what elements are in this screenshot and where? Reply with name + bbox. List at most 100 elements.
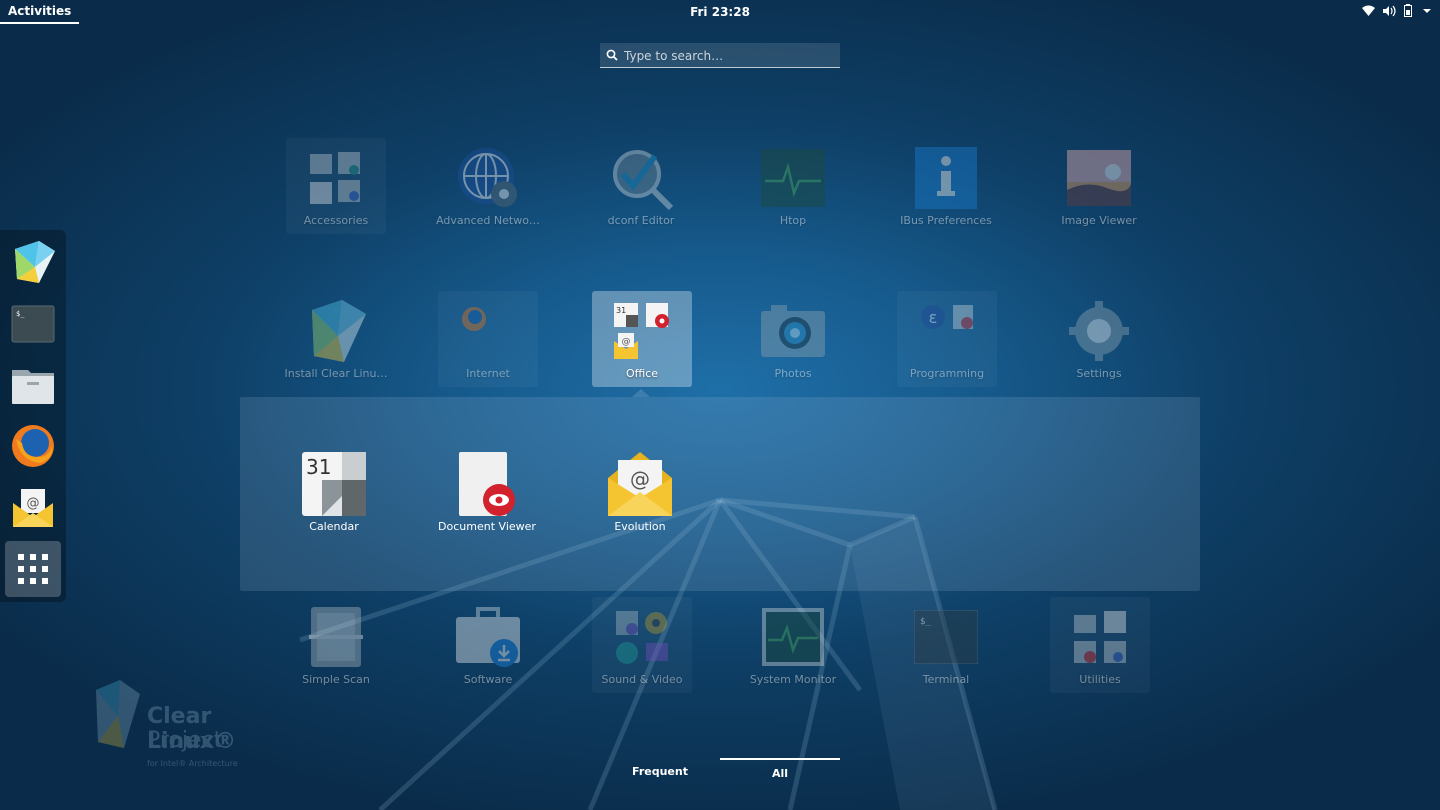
document-viewer-icon bbox=[459, 452, 515, 516]
logo-line-3: for Intel® Architecture bbox=[147, 759, 238, 768]
clear-linux-icon bbox=[312, 300, 366, 362]
activities-button[interactable]: Activities bbox=[0, 0, 80, 24]
app-label: Htop bbox=[779, 214, 807, 227]
search-icon bbox=[606, 49, 618, 61]
app-label: Utilities bbox=[1079, 673, 1121, 686]
svg-text:ε: ε bbox=[929, 308, 938, 327]
app-label: Calendar bbox=[309, 520, 359, 533]
app-label: dconf Editor bbox=[607, 214, 675, 227]
clear-linux-project-logo: Clear Linux® Project for Intel® Architec… bbox=[90, 676, 290, 776]
svg-text:@: @ bbox=[27, 496, 40, 511]
search-box[interactable] bbox=[600, 43, 840, 68]
app-label: Accessories bbox=[303, 214, 369, 227]
dconf-editor-icon bbox=[613, 150, 673, 210]
network-icon bbox=[458, 148, 517, 207]
dash-item-clear-linux[interactable] bbox=[5, 234, 61, 290]
app-label: Advanced Netwo… bbox=[436, 214, 540, 227]
terminal-icon: $_ bbox=[914, 610, 978, 664]
system-tray[interactable] bbox=[1362, 4, 1432, 17]
dash-item-firefox[interactable] bbox=[5, 418, 61, 474]
svg-text:31: 31 bbox=[616, 306, 626, 315]
clear-linux-icon bbox=[15, 241, 55, 283]
evolution-icon: @ bbox=[608, 452, 672, 516]
app-label: Simple Scan bbox=[302, 673, 370, 686]
app-label: Install Clear Linu… bbox=[284, 367, 388, 380]
clock: Fri 23:28 bbox=[0, 0, 1440, 24]
app-label: Settings bbox=[1076, 367, 1122, 380]
app-document-viewer[interactable]: Document Viewer bbox=[432, 452, 542, 533]
app-ibus-preferences[interactable]: IBus Preferences bbox=[896, 138, 996, 234]
tab-frequent[interactable]: Frequent bbox=[600, 758, 720, 788]
app-terminal[interactable]: $_ Terminal bbox=[896, 597, 996, 693]
svg-text:$_: $_ bbox=[16, 310, 25, 318]
app-accessories[interactable]: Accessories bbox=[286, 138, 386, 234]
sound-video-folder-icon bbox=[616, 611, 668, 664]
app-htop[interactable]: Htop bbox=[743, 138, 843, 234]
system-monitor-icon bbox=[762, 608, 824, 666]
app-internet[interactable]: Internet bbox=[438, 291, 538, 387]
app-settings[interactable]: Settings bbox=[1049, 291, 1149, 387]
app-label: Photos bbox=[774, 367, 812, 380]
app-programming[interactable]: ε Programming bbox=[897, 291, 997, 387]
app-sound-video[interactable]: Sound & Video bbox=[592, 597, 692, 693]
dash-item-evolution[interactable]: @ bbox=[5, 479, 61, 535]
app-system-monitor[interactable]: System Monitor bbox=[743, 597, 843, 693]
internet-folder-icon bbox=[462, 307, 486, 331]
app-photos[interactable]: Photos bbox=[743, 291, 843, 387]
app-dconf-editor[interactable]: dconf Editor bbox=[591, 138, 691, 234]
view-tabs: Frequent All bbox=[600, 758, 840, 788]
app-advanced-network[interactable]: Advanced Netwo… bbox=[436, 138, 540, 234]
app-label: Document Viewer bbox=[438, 520, 536, 533]
app-label: Office bbox=[625, 367, 659, 380]
app-label: Programming bbox=[909, 367, 985, 380]
app-label: IBus Preferences bbox=[900, 214, 992, 227]
photos-icon bbox=[761, 305, 825, 357]
app-office[interactable]: 31 @ Office bbox=[592, 291, 692, 387]
utilities-folder-icon bbox=[1074, 611, 1126, 663]
accessories-folder-icon bbox=[310, 152, 360, 204]
system-menu-arrow-icon bbox=[1422, 6, 1432, 16]
htop-icon bbox=[761, 149, 825, 207]
files-icon bbox=[12, 370, 54, 404]
app-evolution[interactable]: @ Evolution bbox=[585, 452, 695, 533]
search-input[interactable] bbox=[622, 45, 836, 67]
tab-all[interactable]: All bbox=[720, 758, 840, 790]
top-bar: Activities Fri 23:28 bbox=[0, 0, 1440, 24]
app-simple-scan[interactable]: Simple Scan bbox=[286, 597, 386, 693]
scanner-icon bbox=[309, 607, 363, 667]
app-install-clear-linux[interactable]: Install Clear Linu… bbox=[284, 291, 388, 387]
wifi-icon bbox=[1362, 5, 1375, 17]
calendar-icon: 31 bbox=[302, 452, 366, 516]
dash-item-terminal[interactable]: $_ bbox=[5, 296, 61, 352]
logo-line-2: Project bbox=[147, 728, 223, 753]
dash: $_ @ bbox=[0, 230, 66, 602]
evolution-icon: @ bbox=[13, 489, 53, 527]
show-applications-button[interactable] bbox=[5, 541, 61, 597]
terminal-icon: $_ bbox=[11, 305, 55, 343]
app-label: Evolution bbox=[614, 520, 666, 533]
app-utilities[interactable]: Utilities bbox=[1050, 597, 1150, 693]
dash-item-files[interactable] bbox=[5, 357, 61, 413]
svg-text:@: @ bbox=[622, 337, 631, 347]
firefox-icon bbox=[12, 425, 54, 467]
app-label: System Monitor bbox=[749, 673, 837, 686]
svg-text:$_: $_ bbox=[920, 617, 931, 627]
app-label: Sound & Video bbox=[601, 673, 683, 686]
app-image-viewer[interactable]: Image Viewer bbox=[1049, 138, 1149, 234]
folder-popup-arrow bbox=[632, 389, 650, 397]
app-software[interactable]: Software bbox=[438, 597, 538, 693]
office-folder-icon: 31 @ bbox=[614, 303, 669, 359]
image-viewer-icon bbox=[1067, 150, 1131, 206]
software-icon bbox=[456, 607, 520, 667]
svg-text:@: @ bbox=[630, 467, 650, 491]
volume-icon bbox=[1383, 5, 1396, 17]
clock-label[interactable]: Fri 23:28 bbox=[690, 5, 750, 19]
battery-icon bbox=[1404, 4, 1414, 17]
programming-folder-icon: ε bbox=[921, 305, 973, 329]
app-label: Software bbox=[463, 673, 513, 686]
app-grid-icon bbox=[18, 554, 48, 584]
app-label: Terminal bbox=[922, 673, 970, 686]
office-folder-popup: 31 Calendar Document Viewer @ Evolution bbox=[240, 397, 1200, 591]
app-calendar[interactable]: 31 Calendar bbox=[279, 452, 389, 533]
app-label: Internet bbox=[466, 367, 510, 380]
